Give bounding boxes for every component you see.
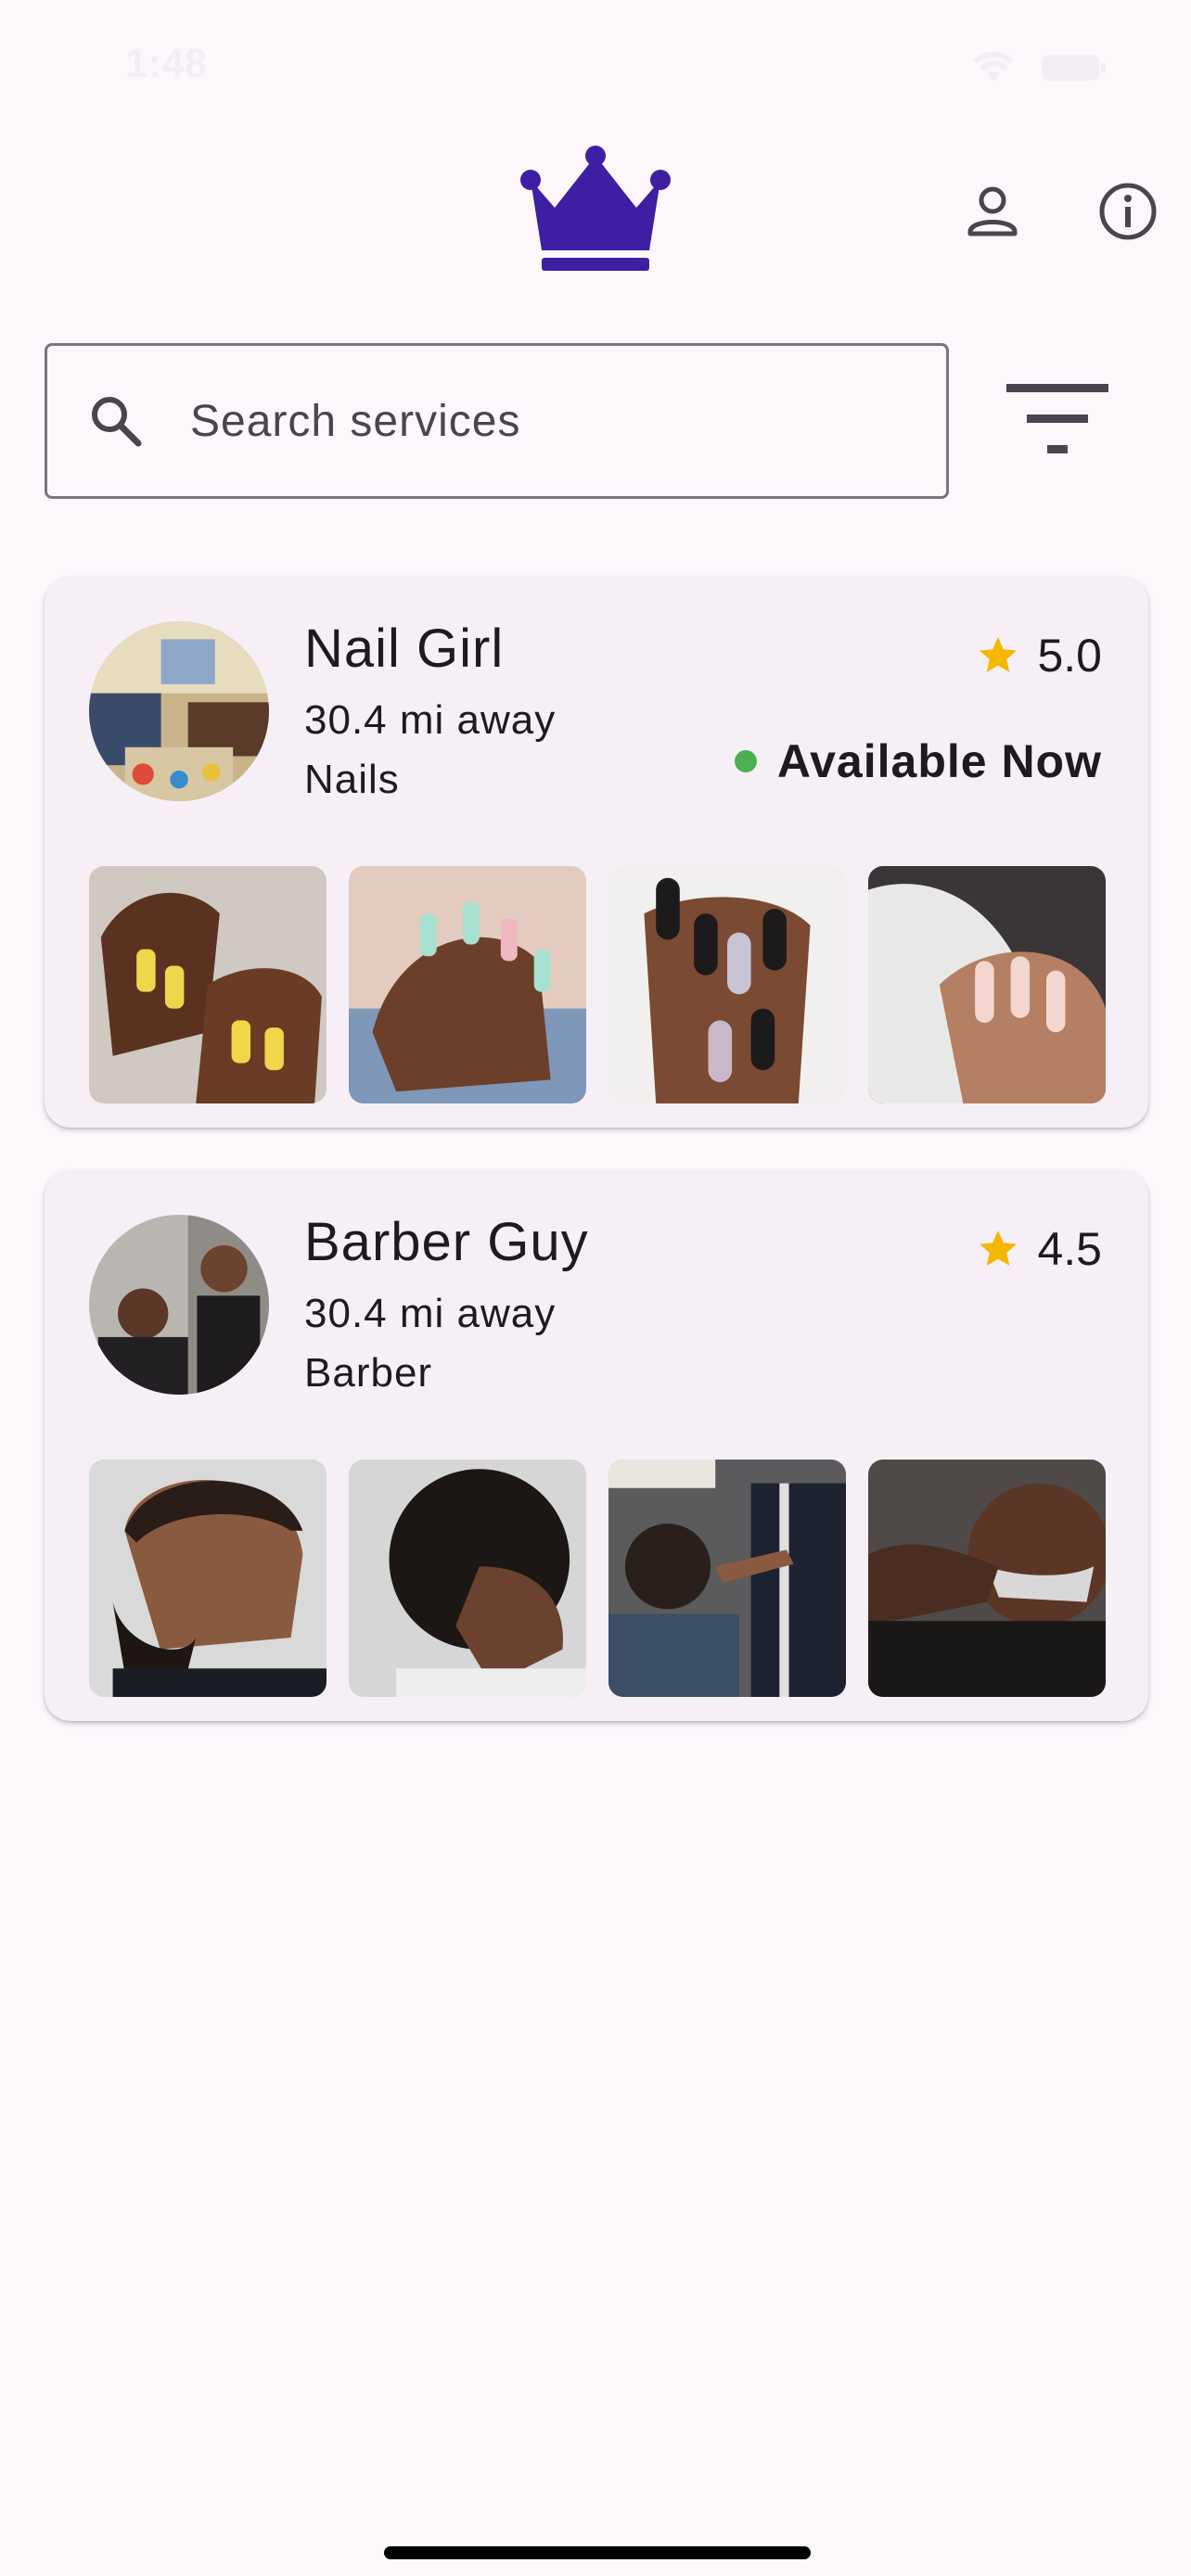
status-time: 1:48 bbox=[125, 41, 208, 86]
person-icon bbox=[965, 184, 1020, 244]
availability-status: Available Now bbox=[734, 734, 1102, 788]
filter-button[interactable] bbox=[1002, 375, 1113, 467]
status-bar: 1:48 bbox=[0, 0, 1191, 139]
provider-card[interactable]: Barber Guy 30.4 mi away Barber 4.5 bbox=[45, 1170, 1148, 1721]
search-input[interactable] bbox=[188, 394, 912, 448]
search-icon bbox=[86, 391, 146, 451]
portfolio-gallery bbox=[89, 866, 1106, 1103]
portfolio-photo[interactable] bbox=[89, 1460, 327, 1697]
home-indicator[interactable] bbox=[384, 2546, 811, 2559]
portfolio-photo[interactable] bbox=[608, 1460, 846, 1697]
rating-value: 4.5 bbox=[1037, 1223, 1102, 1275]
portfolio-photo[interactable] bbox=[349, 866, 586, 1103]
provider-name: Nail Girl bbox=[304, 618, 505, 679]
battery-icon bbox=[1041, 52, 1108, 83]
info-button[interactable] bbox=[1091, 176, 1165, 250]
rating: 5.0 bbox=[976, 629, 1102, 682]
star-icon bbox=[976, 1227, 1020, 1271]
app-header bbox=[0, 139, 1191, 287]
provider-card[interactable]: Nail Girl 30.4 mi away Nails 5.0 Availab… bbox=[45, 577, 1148, 1128]
profile-button[interactable] bbox=[955, 176, 1030, 250]
provider-distance: 30.4 mi away bbox=[304, 1291, 557, 1336]
star-icon bbox=[976, 633, 1020, 678]
avatar bbox=[89, 1215, 269, 1395]
status-dot-icon bbox=[734, 750, 757, 772]
info-icon bbox=[1097, 181, 1159, 247]
portfolio-gallery bbox=[89, 1460, 1106, 1697]
availability-text: Available Now bbox=[776, 735, 1102, 787]
rating: 4.5 bbox=[976, 1222, 1102, 1276]
provider-name: Barber Guy bbox=[304, 1212, 589, 1272]
status-icons bbox=[972, 52, 1108, 83]
portfolio-photo[interactable] bbox=[349, 1460, 586, 1697]
provider-distance: 30.4 mi away bbox=[304, 697, 557, 743]
search-field[interactable] bbox=[45, 343, 949, 499]
avatar bbox=[89, 621, 269, 801]
portfolio-photo[interactable] bbox=[868, 1460, 1106, 1697]
rating-value: 5.0 bbox=[1037, 630, 1102, 682]
portfolio-photo[interactable] bbox=[89, 866, 327, 1103]
portfolio-photo[interactable] bbox=[608, 866, 846, 1103]
provider-category: Nails bbox=[304, 757, 400, 802]
filter-icon bbox=[1006, 383, 1108, 459]
provider-category: Barber bbox=[304, 1350, 433, 1396]
crown-icon bbox=[519, 145, 672, 274]
portfolio-photo[interactable] bbox=[868, 866, 1106, 1103]
wifi-icon bbox=[972, 52, 1015, 83]
